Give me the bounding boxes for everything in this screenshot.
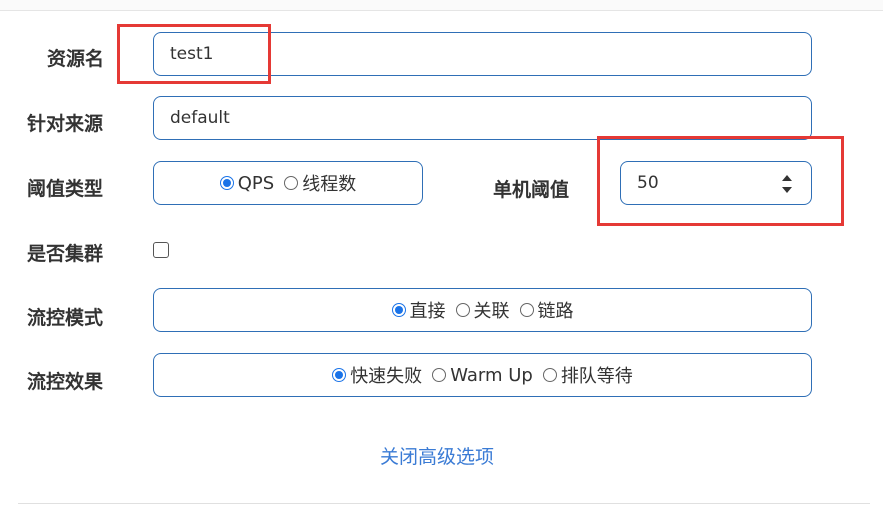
control-behavior-option-queue[interactable]: 排队等待	[542, 362, 633, 388]
threshold-type-option-thread[interactable]: 线程数	[284, 170, 356, 196]
cluster-mode-label: 是否集群	[27, 243, 104, 265]
top-divider	[0, 0, 883, 11]
strategy-option-label: 直接	[409, 301, 446, 322]
cluster-mode-checkbox[interactable]	[153, 242, 169, 258]
strategy-option-relate[interactable]: 关联	[455, 297, 510, 323]
control-behavior-option-warm-up[interactable]: Warm Up	[432, 365, 533, 386]
limit-app-label: 针对来源	[27, 113, 104, 135]
strategy-option-chain[interactable]: 链路	[519, 297, 574, 323]
radio-unchecked-icon[interactable]	[542, 368, 557, 382]
toggle-advanced-link[interactable]: 关闭高级选项	[380, 442, 494, 469]
control-behavior-option-label: 快速失败	[350, 366, 423, 387]
control-behavior-label: 流控效果	[27, 371, 104, 393]
radio-checked-icon[interactable]	[391, 303, 406, 317]
control-behavior-option-label: Warm Up	[450, 364, 533, 386]
strategy-option-direct[interactable]: 直接	[391, 297, 446, 323]
strategy-option-label: 关联	[473, 301, 510, 322]
radio-unchecked-icon[interactable]	[455, 303, 470, 317]
limit-app-input[interactable]	[154, 97, 811, 139]
threshold-type-option-label: QPS	[237, 172, 275, 194]
control-behavior-option-label: 排队等待	[560, 366, 633, 387]
resource-name-label: 资源名	[47, 48, 105, 70]
strategy-option-label: 链路	[537, 301, 574, 322]
strategy-group: 直接 关联 链路	[153, 288, 812, 332]
threshold-type-label: 阈值类型	[27, 178, 104, 200]
threshold-type-option-qps[interactable]: QPS	[219, 172, 275, 194]
single-threshold-label: 单机阈值	[493, 179, 570, 201]
radio-checked-icon[interactable]	[219, 176, 234, 190]
radio-checked-icon[interactable]	[332, 368, 347, 382]
highlight-box-single-threshold	[597, 136, 844, 226]
control-behavior-option-fail-fast[interactable]: 快速失败	[332, 362, 422, 388]
radio-unchecked-icon[interactable]	[284, 176, 299, 190]
control-behavior-group: 快速失败 Warm Up 排队等待	[153, 353, 812, 397]
highlight-box-resource-name	[117, 24, 271, 84]
threshold-type-option-label: 线程数	[302, 174, 357, 195]
radio-unchecked-icon[interactable]	[519, 303, 534, 317]
bottom-divider	[18, 503, 870, 504]
limit-app-field[interactable]	[153, 96, 812, 140]
radio-unchecked-icon[interactable]	[432, 368, 447, 382]
threshold-type-group: QPS 线程数	[153, 161, 423, 205]
strategy-label: 流控模式	[27, 307, 104, 329]
